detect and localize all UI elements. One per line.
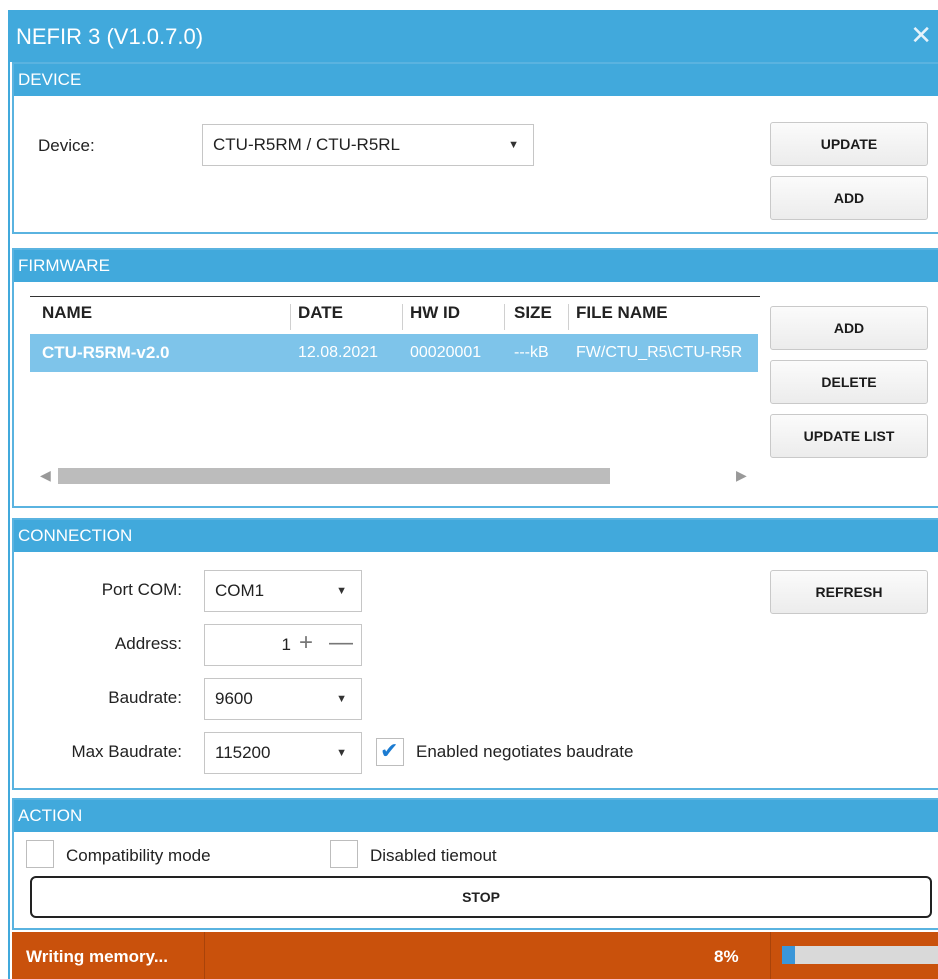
action-header: ACTION [14,800,938,832]
disabled-timeout-checkbox[interactable] [330,840,358,868]
column-header-size[interactable]: SIZE [514,296,552,330]
firmware-delete-button[interactable]: DELETE [770,360,928,404]
app-window: NEFIR 3 (V1.0.7.0) ✕ DEVICE Device: CTU-… [8,10,938,979]
cell-size: ---kB [514,344,549,361]
stop-button[interactable]: STOP [30,876,932,918]
device-add-button[interactable]: ADD [770,176,928,220]
table-row[interactable]: CTU-R5RM-v2.0 12.08.2021 00020001 ---kB … [30,334,758,372]
status-text: Writing memory... [26,947,169,966]
firmware-section: FIRMWARE NAME DATE HW ID SIZE FILE NAME … [12,248,938,508]
progress-bar [782,946,938,964]
device-update-button[interactable]: UPDATE [770,122,928,166]
baudrate-select[interactable]: 9600 ▼ [204,678,362,720]
connection-section: CONNECTION Port COM: COM1 ▼ Address: 1 +… [12,518,938,790]
status-divider [770,932,771,979]
close-icon[interactable]: ✕ [910,20,932,51]
firmware-header: FIRMWARE [14,250,938,282]
compatibility-mode-label: Compatibility mode [66,846,211,865]
refresh-button[interactable]: REFRESH [770,570,928,614]
chevron-down-icon: ▼ [336,747,347,759]
baudrate-label: Baudrate: [108,688,182,707]
negotiate-baudrate-label: Enabled negotiates baudrate [416,742,634,761]
column-header-hwid[interactable]: HW ID [410,296,460,330]
address-label: Address: [114,634,182,653]
max-baudrate-label: Max Baudrate: [71,742,182,761]
chevron-down-icon: ▼ [336,693,347,705]
checkmark-icon: ✔ [380,738,399,763]
port-label: Port COM: [101,580,182,599]
cell-hwid: 00020001 [410,344,482,361]
disabled-timeout-label: Disabled tiemout [370,846,497,865]
device-section: DEVICE Device: CTU-R5RM / CTU-R5RL ▼ UPD… [12,62,938,234]
column-header-date[interactable]: DATE [298,296,343,330]
scroll-right-icon[interactable]: ▶ [736,467,747,484]
status-text-panel: Writing memory... [12,932,205,979]
device-label: Device: [38,136,95,155]
firmware-add-button[interactable]: ADD [770,306,928,350]
address-stepper[interactable]: 1 + — [204,624,362,666]
max-baudrate-select[interactable]: 115200 ▼ [204,732,362,774]
device-header: DEVICE [14,64,938,96]
max-baudrate-value: 115200 [215,743,271,762]
plus-icon[interactable]: + [299,623,313,663]
cell-date: 12.08.2021 [298,344,379,361]
column-divider [290,304,291,330]
baudrate-value: 9600 [215,689,253,708]
column-divider [402,304,403,330]
scroll-left-icon[interactable]: ◀ [40,467,51,484]
scrollbar-thumb[interactable] [58,468,610,484]
negotiate-baudrate-checkbox[interactable]: ✔ [376,738,404,766]
minus-icon[interactable]: — [329,623,353,663]
column-header-name[interactable]: NAME [42,296,92,330]
progress-percent: 8% [714,947,739,966]
title-bar: NEFIR 3 (V1.0.7.0) ✕ [10,10,938,62]
compatibility-mode-checkbox[interactable] [26,840,54,868]
chevron-down-icon: ▼ [508,139,519,151]
progress-fill [782,946,795,964]
port-select[interactable]: COM1 ▼ [204,570,362,612]
firmware-table: NAME DATE HW ID SIZE FILE NAME CTU-R5RM-… [30,296,760,496]
action-section: ACTION Compatibility mode Disabled tiemo… [12,798,938,930]
column-divider [568,304,569,330]
status-bar: Writing memory... 8% [12,932,938,979]
column-divider [504,304,505,330]
device-select[interactable]: CTU-R5RM / CTU-R5RL ▼ [202,124,534,166]
port-value: COM1 [215,581,265,600]
horizontal-scrollbar[interactable]: ◀ ▶ [30,466,760,486]
device-select-value: CTU-R5RM / CTU-R5RL [213,135,400,154]
cell-filename: FW/CTU_R5\CTU-R5R [576,344,743,361]
connection-header: CONNECTION [14,520,938,552]
cell-name: CTU-R5RM-v2.0 [42,343,170,362]
chevron-down-icon: ▼ [336,585,347,597]
address-value[interactable]: 1 [267,625,291,665]
column-header-filename[interactable]: FILE NAME [576,296,668,330]
firmware-update-list-button[interactable]: UPDATE LIST [770,414,928,458]
window-title: NEFIR 3 (V1.0.7.0) [16,24,204,49]
